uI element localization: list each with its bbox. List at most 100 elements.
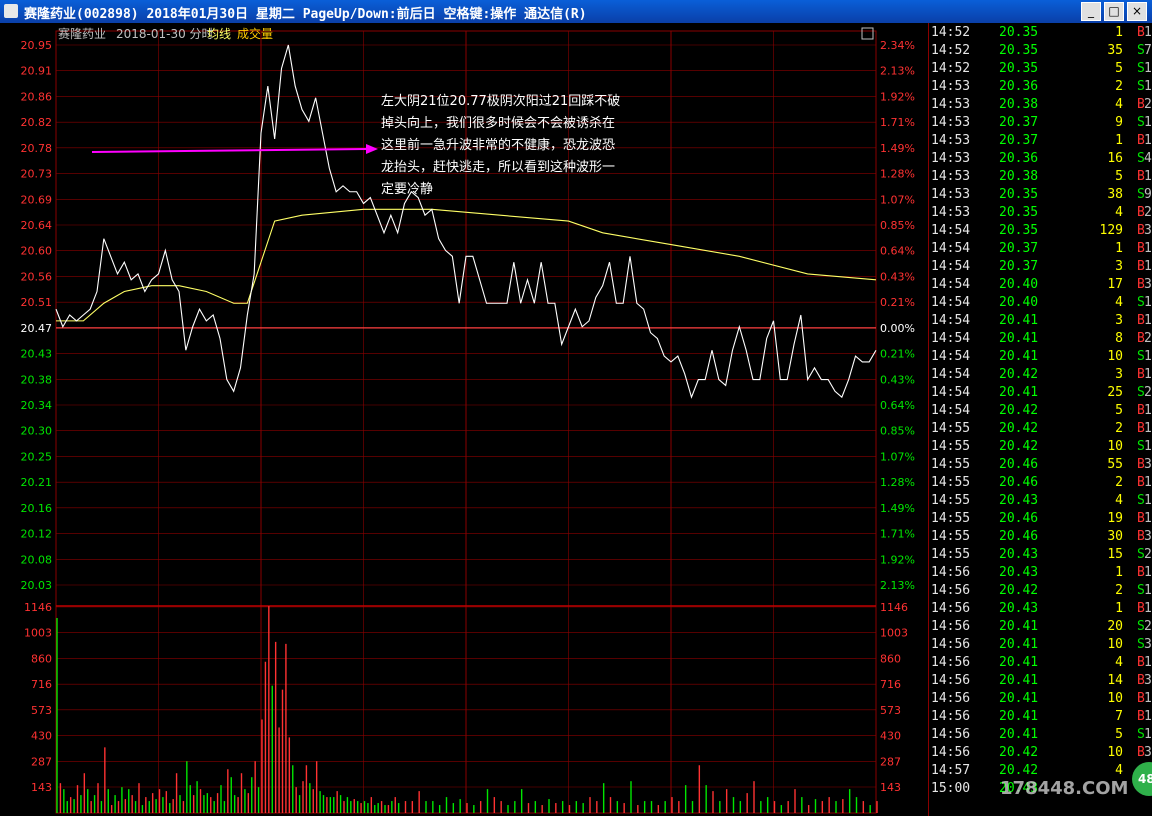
tick-row: 14:56 20.43 1 B 1 [929, 565, 1152, 583]
tick-time: 14:56 [931, 637, 971, 652]
tick-volume: 4 [1115, 97, 1123, 112]
tick-price: 20.42 [999, 421, 1039, 436]
price-tick-label: 20.82 [21, 116, 53, 129]
tick-volume: 4 [1115, 655, 1123, 670]
legend-avg-line: 均线 [207, 27, 231, 41]
tick-time: 14:53 [931, 115, 971, 130]
tick-time: 14:57 [931, 763, 971, 778]
price-tick-label: 20.16 [21, 502, 53, 515]
volume-tick-label-right: 143 [880, 781, 901, 794]
percent-tick-label: 0.64% [880, 245, 915, 258]
tick-time: 14:56 [931, 583, 971, 598]
tick-price: 20.46 [999, 529, 1039, 544]
tick-time: 14:53 [931, 151, 971, 166]
tick-row: 14:54 20.41 3 B 1 [929, 313, 1152, 331]
tick-time: 14:54 [931, 295, 971, 310]
tick-volume: 4 [1115, 763, 1123, 778]
tick-time: 14:54 [931, 349, 971, 364]
tick-time: 14:52 [931, 61, 971, 76]
price-tick-label: 20.21 [21, 476, 53, 489]
tick-time: 15:00 [931, 781, 971, 796]
tick-row: 14:56 20.42 2 S 1 [929, 583, 1152, 601]
tick-volume: 1 [1115, 133, 1123, 148]
tick-price: 20.35 [999, 61, 1039, 76]
tick-price: 20.43 [999, 493, 1039, 508]
tick-row: 14:54 20.37 1 B 1 [929, 241, 1152, 259]
tick-count: 3 [1144, 673, 1152, 688]
tick-volume: 17 [1107, 277, 1123, 292]
tick-price: 20.42 [999, 583, 1039, 598]
tick-volume: 129 [1099, 223, 1123, 238]
tick-row: 14:56 20.41 10 S 3 [929, 637, 1152, 655]
tick-row: 14:55 20.43 15 S 2 [929, 547, 1152, 565]
tick-time: 14:55 [931, 457, 971, 472]
tick-row: 14:53 20.36 2 S 1 [929, 79, 1152, 97]
tick-volume: 38 [1107, 187, 1123, 202]
volume-tick-label: 716 [31, 678, 52, 691]
tick-volume: 2 [1115, 421, 1123, 436]
tick-count: 1 [1144, 475, 1152, 490]
tick-count: 1 [1144, 439, 1152, 454]
tick-price: 20.41 [999, 727, 1039, 742]
tick-time: 14:56 [931, 673, 971, 688]
tick-time: 14:52 [931, 25, 971, 40]
tick-time: 14:52 [931, 43, 971, 58]
minimize-button[interactable]: _ [1081, 2, 1101, 21]
tick-volume: 16 [1107, 151, 1123, 166]
tick-price: 20.40 [999, 277, 1039, 292]
tick-count: 1 [1144, 241, 1152, 256]
price-tick-label: 20.30 [21, 425, 53, 438]
intraday-chart[interactable]: 20.95 20.91 20.86 20.82 20.78 20.73 20.69 20.64… [0, 23, 928, 816]
tick-price: 20.43 [999, 565, 1039, 580]
tick-time: 14:56 [931, 565, 971, 580]
tick-detail-panel[interactable]: 14:52 20.35 1 B 1 14:52 20.35 35 S 7 14:52 20.35 5 S 1… [928, 23, 1152, 816]
annotation-line-2: 掉头向上，我们很多时候会不会被诱杀在 [381, 115, 615, 131]
tick-count: 3 [1144, 745, 1152, 760]
tick-price: 20.37 [999, 241, 1039, 256]
tick-volume: 10 [1107, 349, 1123, 364]
volume-tick-label: 1146 [24, 601, 52, 614]
tick-time: 14:54 [931, 223, 971, 238]
tick-row: 14:53 20.37 9 S 1 [929, 115, 1152, 133]
maximize-button[interactable]: □ [1104, 2, 1124, 21]
tick-volume: 10 [1107, 691, 1123, 706]
close-button[interactable]: × [1127, 2, 1147, 21]
price-tick-label: 20.47 [21, 322, 53, 335]
tick-time: 14:54 [931, 331, 971, 346]
tick-count: 1 [1144, 133, 1152, 148]
tick-volume: 3 [1115, 259, 1123, 274]
tick-time: 14:56 [931, 709, 971, 724]
price-tick-label: 20.51 [21, 296, 53, 309]
tick-price: 20.36 [999, 79, 1039, 94]
percent-tick-label: 0.64% [880, 399, 915, 412]
tick-time: 14:53 [931, 79, 971, 94]
price-tick-label: 20.91 [21, 65, 53, 78]
tick-volume: 35 [1107, 43, 1123, 58]
tick-count: 1 [1144, 115, 1152, 130]
tick-row: 14:53 20.35 38 S 9 [929, 187, 1152, 205]
tick-time: 14:55 [931, 547, 971, 562]
percent-tick-label: 1.07% [880, 450, 915, 463]
tick-price: 20.35 [999, 205, 1039, 220]
tick-row: 14:54 20.41 10 S 1 [929, 349, 1152, 367]
tick-volume: 5 [1115, 61, 1123, 76]
price-tick-label: 20.43 [21, 348, 53, 361]
tick-row: 14:53 20.37 1 B 1 [929, 133, 1152, 151]
price-tick-label: 20.12 [21, 528, 53, 541]
tick-price: 20.41 [999, 619, 1039, 634]
tick-count: 1 [1144, 349, 1152, 364]
tick-row: 14:55 20.46 2 B 1 [929, 475, 1152, 493]
tick-price: 20.38 [999, 169, 1039, 184]
tick-volume: 2 [1115, 79, 1123, 94]
volume-tick-label-right: 573 [880, 704, 901, 717]
tick-volume: 3 [1115, 313, 1123, 328]
tick-count: 2 [1144, 331, 1152, 346]
tick-price: 20.41 [999, 313, 1039, 328]
tick-row: 14:54 20.42 5 B 1 [929, 403, 1152, 421]
tick-price: 20.41 [999, 691, 1039, 706]
tick-row: 14:55 20.46 55 B 3 [929, 457, 1152, 475]
tick-price: 20.41 [999, 655, 1039, 670]
tick-count: 1 [1144, 727, 1152, 742]
price-tick-label: 20.64 [21, 219, 53, 232]
volume-tick-label-right: 1146 [880, 601, 908, 614]
